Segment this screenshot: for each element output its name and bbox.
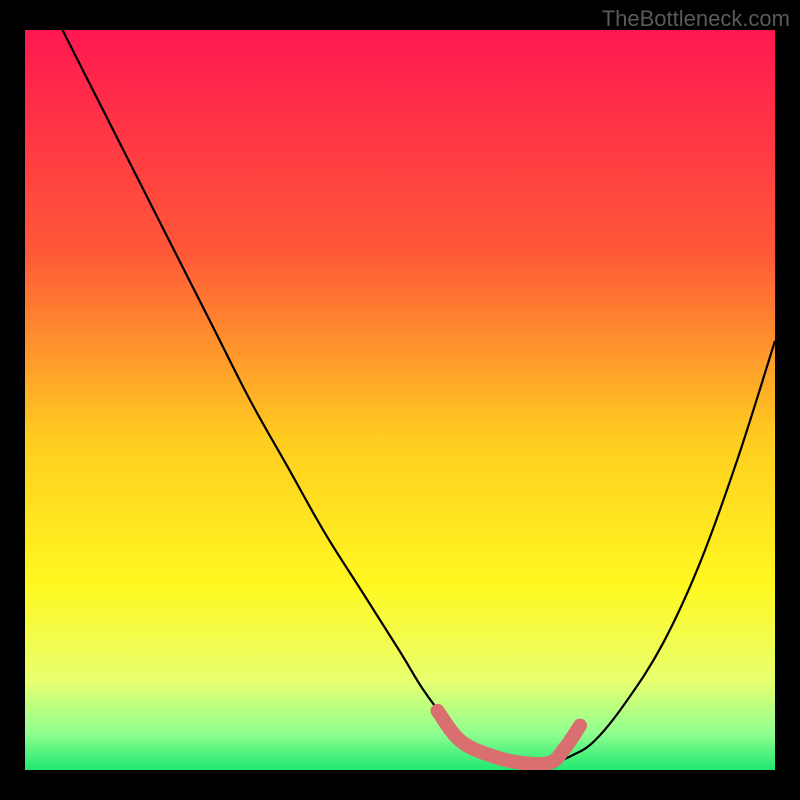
optimal-range-marker: [438, 711, 581, 764]
bottleneck-curve: [63, 30, 776, 764]
chart-frame: [25, 30, 775, 770]
attribution-text: TheBottleneck.com: [602, 6, 790, 32]
chart-curve-layer: [25, 30, 775, 770]
